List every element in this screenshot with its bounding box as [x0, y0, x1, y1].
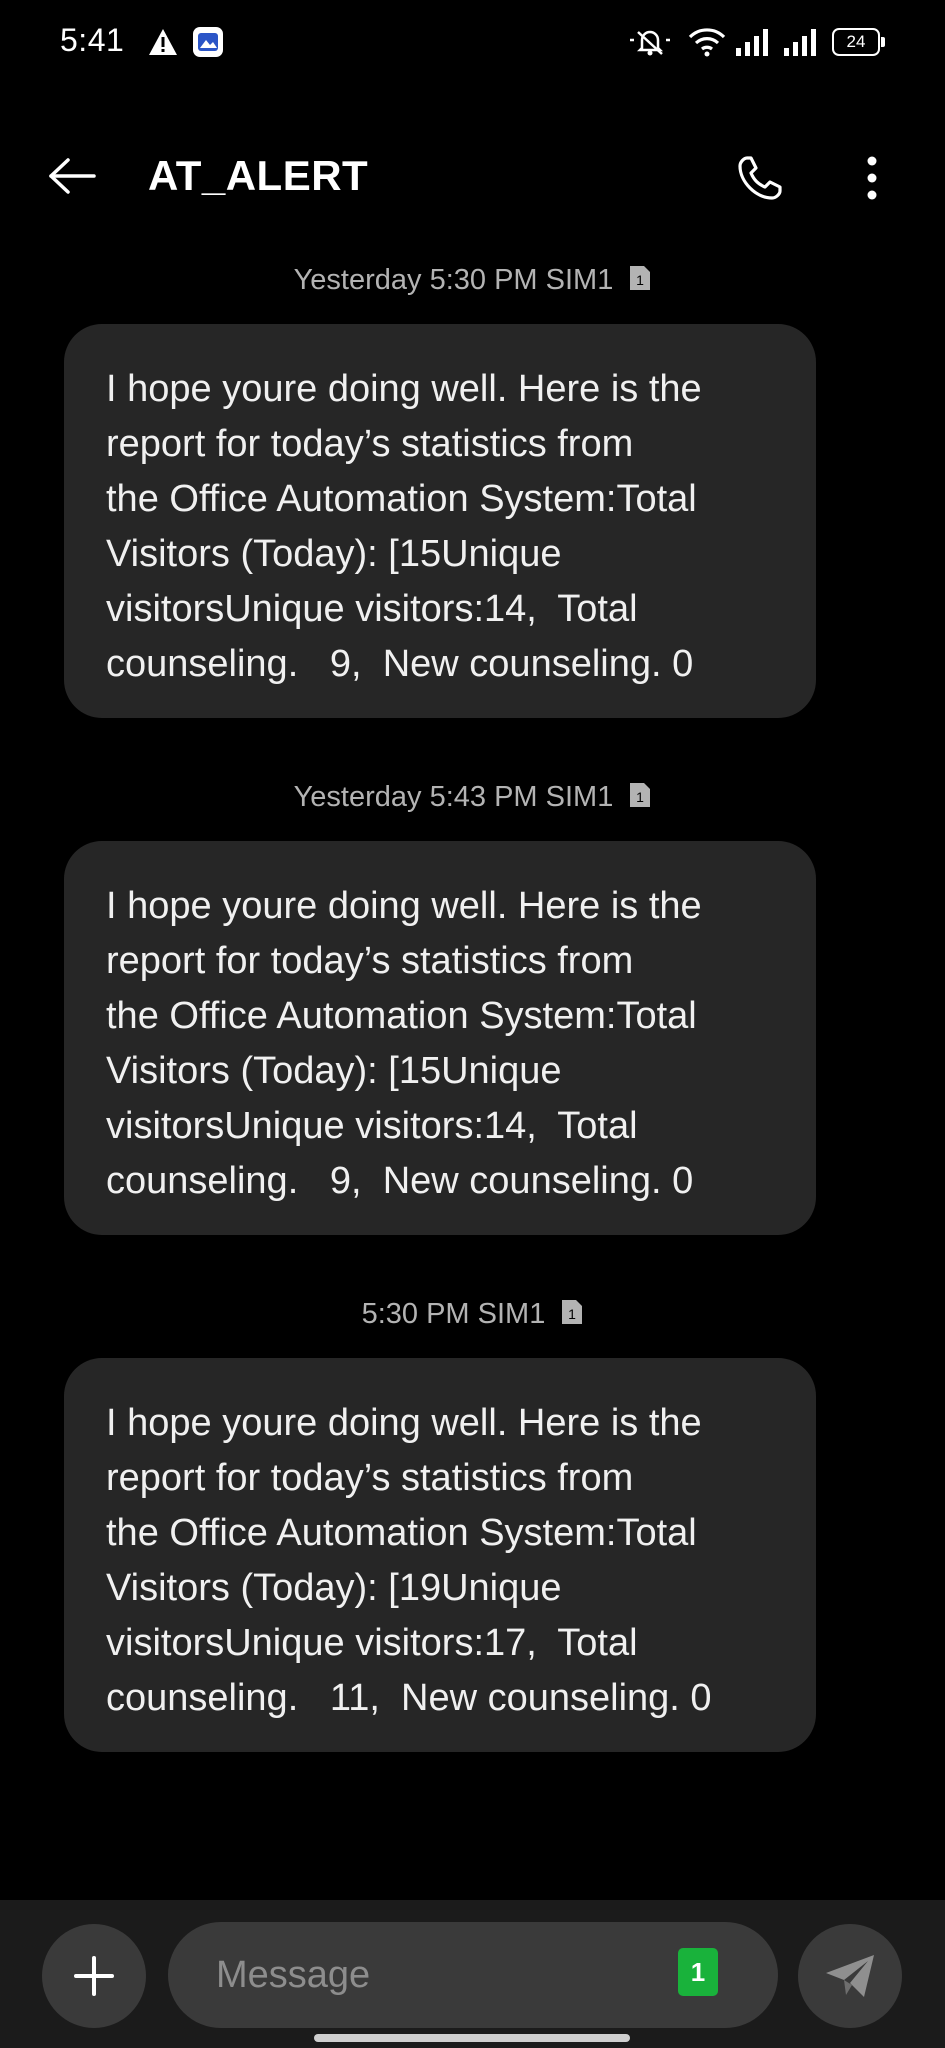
sim-select-badge[interactable]: 1 [678, 1948, 718, 1996]
sim-label: SIM1 [545, 781, 614, 813]
call-button[interactable] [730, 148, 790, 208]
mute-icon [630, 30, 670, 56]
wifi-icon [688, 28, 726, 57]
timestamp-text: Yesterday 5:30 PM [293, 264, 538, 296]
phone-icon [738, 156, 782, 200]
message-bubble[interactable]: I hope youre doing well. Here is the rep… [64, 841, 816, 1235]
signal-icon [784, 29, 816, 56]
message-text: I hope youre doing well. Here is the rep… [106, 368, 702, 685]
sim-card-icon: 1 [562, 1300, 583, 1324]
plus-icon [74, 1956, 114, 1996]
app-header: AT_ALERT [0, 120, 945, 232]
add-attachment-button[interactable] [42, 1924, 146, 2028]
more-vert-icon [867, 156, 877, 200]
svg-text:1: 1 [569, 1306, 577, 1322]
sim-label: SIM1 [545, 264, 614, 296]
conversation-title: AT_ALERT [148, 152, 369, 199]
svg-text:1: 1 [636, 789, 644, 805]
send-button[interactable] [798, 1924, 902, 2028]
message-text: I hope youre doing well. Here is the rep… [106, 885, 702, 1202]
home-indicator[interactable] [314, 2034, 630, 2042]
timestamp-text: Yesterday 5:43 PM [293, 781, 538, 813]
battery-level: 24 [846, 32, 866, 51]
status-time: 5:41 [60, 22, 125, 58]
back-arrow-icon [49, 158, 96, 194]
message-timestamp: Yesterday 5:43 PM SIM1 1 [0, 781, 945, 814]
composer-bar: 1 [0, 1900, 945, 2048]
send-icon [826, 1955, 874, 1997]
message-bubble[interactable]: I hope youre doing well. Here is the rep… [64, 1358, 816, 1752]
timestamp-text: 5:30 PM [361, 1298, 470, 1330]
app-notification-icon [193, 27, 223, 57]
back-button[interactable] [42, 150, 102, 202]
sim-label: SIM1 [477, 1298, 546, 1330]
message-timestamp: Yesterday 5:30 PM SIM1 1 [0, 264, 945, 297]
sim-card-icon: 1 [630, 266, 651, 290]
message-bubble[interactable]: I hope youre doing well. Here is the rep… [64, 324, 816, 718]
warning-icon [149, 29, 177, 55]
more-options-button[interactable] [852, 148, 892, 208]
status-bar: 5:41 24 [0, 0, 945, 86]
sim-card-icon: 1 [630, 783, 651, 807]
svg-text:1: 1 [636, 272, 644, 288]
message-timestamp: 5:30 PM SIM1 1 [0, 1298, 945, 1331]
message-text: I hope youre doing well. Here is the rep… [106, 1402, 712, 1719]
signal-icon [736, 29, 768, 56]
battery-icon: 24 [832, 28, 886, 56]
